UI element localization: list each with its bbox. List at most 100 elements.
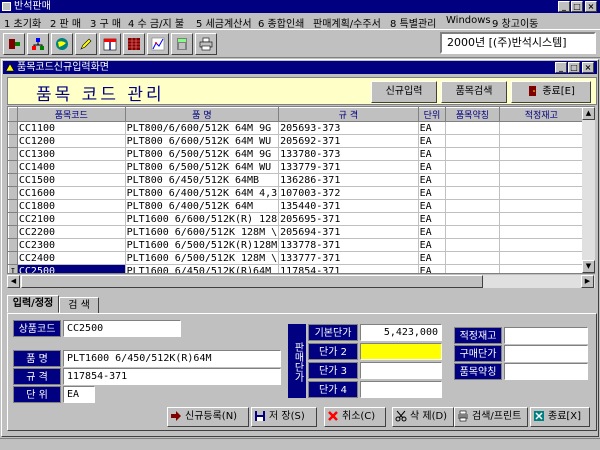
product-code-field[interactable]: CC2500: [63, 320, 181, 337]
cell-code[interactable]: CC1300: [17, 147, 126, 161]
cell-stock[interactable]: [499, 160, 584, 174]
cell-unit[interactable]: EA: [418, 212, 447, 226]
close-button[interactable]: ×: [585, 1, 597, 12]
cell-abbr[interactable]: [445, 147, 500, 161]
cell-name[interactable]: PLT1600 6/500/512K 128M \: [125, 251, 280, 265]
cell-abbr[interactable]: [445, 134, 500, 148]
table-row[interactable]: CC2400 PLT1600 6/500/512K 128M \ 133777-37…: [8, 251, 594, 265]
cell-unit[interactable]: EA: [418, 251, 447, 265]
cell-abbr[interactable]: [445, 225, 500, 239]
cell-spec[interactable]: 133778-371: [278, 238, 419, 252]
cell-name[interactable]: PLT800 6/400/512K 64M: [125, 199, 280, 213]
cell-spec[interactable]: 205694-371: [278, 225, 419, 239]
cell-unit[interactable]: EA: [418, 147, 447, 161]
cell-stock[interactable]: [499, 251, 584, 265]
cell-code[interactable]: CC2300: [17, 238, 126, 252]
cell-abbr[interactable]: [445, 186, 500, 200]
cell-spec[interactable]: 107003-372: [278, 186, 419, 200]
cell-stock[interactable]: [499, 121, 584, 135]
cell-unit[interactable]: EA: [418, 134, 447, 148]
cell-unit[interactable]: EA: [418, 186, 447, 200]
base-price-field[interactable]: 5,423,000: [360, 324, 442, 341]
stock-field[interactable]: [504, 327, 588, 344]
cell-code[interactable]: CC2500: [17, 264, 126, 273]
network-icon[interactable]: [27, 33, 49, 55]
new-entry-button[interactable]: 신규입력: [371, 81, 437, 103]
product-search-button[interactable]: 품목검색: [441, 81, 507, 103]
scroll-thumb[interactable]: [21, 275, 483, 288]
cell-abbr[interactable]: [445, 160, 500, 174]
minimize-button[interactable]: _: [558, 1, 570, 12]
child-minimize-button[interactable]: _: [555, 62, 567, 73]
menu-item-sales[interactable]: 2 판 매: [50, 15, 81, 30]
scroll-up-arrow[interactable]: ▲: [582, 107, 595, 120]
menu-item-tax-invoice[interactable]: 5 세금계산서: [196, 15, 252, 30]
printer-icon[interactable]: [195, 33, 217, 55]
cell-code[interactable]: CC1400: [17, 160, 126, 174]
purchase-price-field[interactable]: [504, 345, 588, 362]
cell-unit[interactable]: EA: [418, 121, 447, 135]
cell-abbr[interactable]: [445, 251, 500, 265]
table-row[interactable]: CC1500 PLT800 6/450/512K 64MB 136286-371 EA: [8, 173, 594, 187]
cell-spec[interactable]: 133780-373: [278, 147, 419, 161]
cell-stock[interactable]: [499, 134, 584, 148]
menu-item-special[interactable]: 8 특별관리: [390, 15, 436, 30]
calculator-icon[interactable]: [171, 33, 193, 55]
cell-unit[interactable]: EA: [418, 264, 447, 273]
cell-spec[interactable]: 205695-371: [278, 212, 419, 226]
unit-field[interactable]: EA: [63, 386, 95, 403]
cell-unit[interactable]: EA: [418, 160, 447, 174]
grid-horizontal-scrollbar[interactable]: ◀ ▶: [7, 275, 595, 288]
cell-name[interactable]: PLT1600 6/500/512K(R)128M: [125, 238, 280, 252]
search-print-button[interactable]: 검색/프린트: [454, 407, 528, 427]
cell-abbr[interactable]: [445, 199, 500, 213]
cell-spec[interactable]: 133777-371: [278, 251, 419, 265]
menu-item-init[interactable]: 1 초기화: [4, 15, 41, 30]
cell-abbr[interactable]: [445, 121, 500, 135]
cancel-button[interactable]: 취소(C): [324, 407, 386, 427]
cell-spec[interactable]: 205692-371: [278, 134, 419, 148]
chart-icon[interactable]: [147, 33, 169, 55]
price2-field[interactable]: [360, 343, 442, 360]
maximize-button[interactable]: □: [571, 1, 583, 12]
table-row[interactable]: CC1400 PLT800 6/500/512K 64M WU 133779-371…: [8, 160, 594, 174]
table-row[interactable]: CC2300 PLT1600 6/500/512K(R)128M 133778-37…: [8, 238, 594, 252]
menu-item-print[interactable]: 6 종합인쇄: [258, 15, 304, 30]
cell-abbr[interactable]: [445, 238, 500, 252]
name-field[interactable]: PLT1600 6/450/512K(R)64M: [63, 350, 281, 367]
new-register-button[interactable]: 신규등록(N): [167, 407, 249, 427]
cell-stock[interactable]: [499, 147, 584, 161]
grid-vertical-scrollbar[interactable]: ▲ ▼: [582, 107, 595, 273]
column-header-abbr[interactable]: 품목약칭: [445, 107, 500, 122]
cell-abbr[interactable]: [445, 173, 500, 187]
cell-name[interactable]: PLT1600 6/450/512K(R)64M: [125, 264, 280, 273]
column-header-code[interactable]: 품목코드: [16, 107, 126, 122]
cell-unit[interactable]: EA: [418, 238, 447, 252]
cell-spec[interactable]: 133779-371: [278, 160, 419, 174]
cell-name[interactable]: PLT800 6/450/512K 64MB: [125, 173, 280, 187]
child-close-button[interactable]: ×: [582, 62, 594, 73]
cell-code[interactable]: CC2400: [17, 251, 126, 265]
column-header-stock[interactable]: 적정재고: [498, 107, 584, 122]
cell-code[interactable]: CC1500: [17, 173, 126, 187]
pencil-icon[interactable]: [75, 33, 97, 55]
cell-stock[interactable]: [499, 225, 584, 239]
cell-stock[interactable]: [499, 199, 584, 213]
cell-name[interactable]: PLT1600 6/600/512K(R) 128: [125, 212, 280, 226]
cell-stock[interactable]: [499, 186, 584, 200]
tab-input-edit[interactable]: 입력/정정: [7, 295, 59, 313]
cell-unit[interactable]: EA: [418, 173, 447, 187]
cell-name[interactable]: PLT800 6/500/512K 64M WU: [125, 160, 280, 174]
cell-abbr[interactable]: [445, 264, 500, 273]
menu-item-windows[interactable]: Windows: [446, 15, 491, 26]
save-button[interactable]: 저 장(S): [251, 407, 317, 427]
calendar-icon[interactable]: [99, 33, 121, 55]
column-header-name[interactable]: 품 명: [124, 107, 280, 122]
table-row[interactable]: CC1300 PLT800 6/500/512K 64M 9G 133780-373…: [8, 147, 594, 161]
delete-button[interactable]: 삭 제(D): [392, 407, 454, 427]
exit-button[interactable]: 종료[E]: [511, 81, 591, 103]
menu-item-purchase[interactable]: 3 구 매: [90, 15, 121, 30]
price4-field[interactable]: [360, 381, 442, 398]
cell-stock[interactable]: [499, 173, 584, 187]
abbr-field[interactable]: [504, 363, 588, 380]
